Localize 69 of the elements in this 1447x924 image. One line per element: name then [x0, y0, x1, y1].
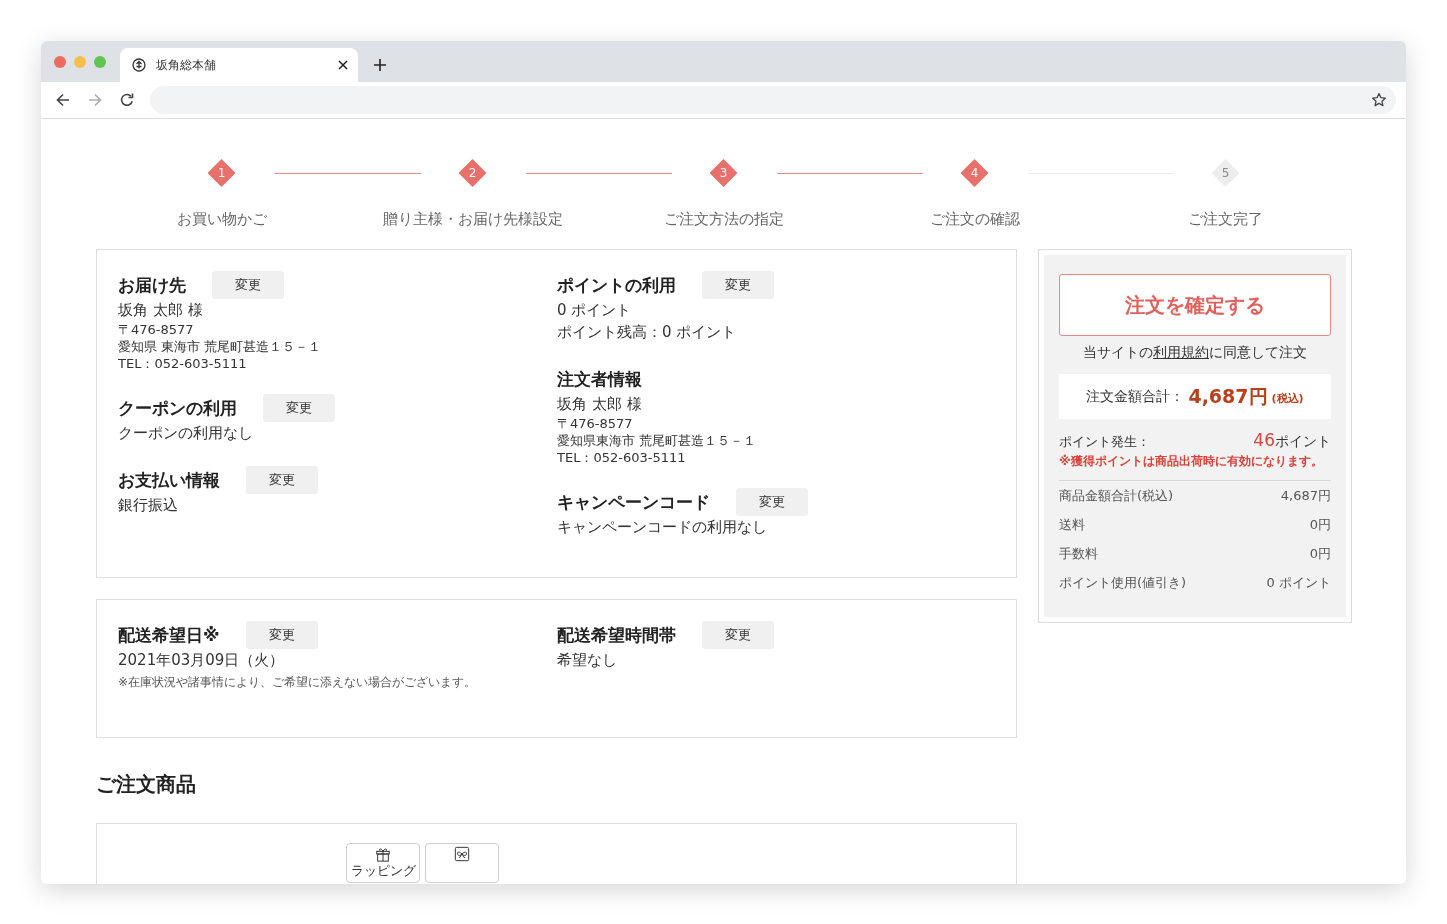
row-label: 送料: [1059, 516, 1085, 534]
points-note: ※獲得ポイントは商品出荷時に有効になります。: [1059, 453, 1324, 470]
section-heading: お支払い情報: [118, 468, 220, 492]
tab-title: 坂角総本舗: [156, 56, 216, 74]
info-text: キャンペーンコードの利用なし: [557, 517, 768, 538]
change-button[interactable]: 変更: [736, 488, 808, 516]
total-label: 注文金額合計：: [1086, 387, 1185, 406]
address-line: TEL：052-603-5111: [118, 355, 248, 372]
bow-icon: [454, 846, 470, 862]
star-icon[interactable]: [1371, 92, 1387, 108]
step-marker: 5: [1211, 159, 1240, 187]
plus-icon[interactable]: [373, 58, 387, 72]
section-heading: クーポンの利用: [118, 396, 237, 420]
address-line: TEL：052-603-5111: [557, 449, 687, 466]
note-text: ※在庫状況や諸事情により、ご希望に添えない場合がございます。: [118, 674, 478, 691]
address-line: 愛知県東海市 荒尾町甚造１５－１: [557, 432, 758, 449]
info-text: 坂角 太郎 様: [118, 300, 204, 321]
info-text: 0 ポイント: [557, 300, 633, 321]
points-label: ポイント発生：: [1059, 433, 1150, 451]
change-button[interactable]: 変更: [263, 394, 335, 422]
change-button[interactable]: 変更: [702, 271, 774, 299]
total-amount: 4,687円: [1188, 383, 1268, 409]
terms-text: 当サイトの利用規約に同意して注文: [1082, 343, 1308, 362]
step-marker: 1: [207, 159, 236, 187]
back-arrow-icon[interactable]: [55, 92, 71, 108]
info-text: ポイント残高：0 ポイント: [557, 322, 738, 343]
step-marker: 2: [458, 159, 487, 187]
section-heading: 注文者情報: [557, 367, 642, 391]
step-label: ご注文の確認: [929, 209, 1020, 229]
row-value: 4,687円: [1280, 487, 1331, 505]
row-value: 0円: [1309, 545, 1331, 563]
section-heading: ポイントの利用: [557, 273, 676, 297]
row-value: 0 ポイント: [1266, 574, 1331, 592]
tax-note: (税込): [1271, 391, 1304, 406]
address-line: 〒476-8577: [557, 415, 634, 432]
gift-icon: [375, 846, 391, 862]
step-label: 贈り主様・お届け先様設定: [382, 209, 563, 229]
info-text: 希望なし: [557, 650, 618, 671]
terms-link[interactable]: 利用規約: [1153, 344, 1209, 360]
info-text: クーポンの利用なし: [118, 423, 254, 444]
close-icon[interactable]: [338, 60, 348, 70]
section-heading: 配送希望日※: [118, 623, 220, 647]
section-heading: キャンペーンコード: [557, 490, 710, 514]
row-value: 0円: [1309, 516, 1331, 534]
change-button[interactable]: 変更: [246, 466, 318, 494]
info-text: 銀行振込: [118, 495, 179, 516]
browser-tab[interactable]: 坂角総本舗: [120, 48, 358, 82]
points-earned: 46ポイント: [1253, 430, 1331, 451]
badge-label: ラッピング: [350, 863, 416, 879]
address-line: 愛知県 東海市 荒尾町甚造１５－１: [118, 338, 323, 355]
address-line: 〒476-8577: [118, 321, 195, 338]
info-text: 2021年03月09日（火）: [118, 650, 286, 671]
change-button[interactable]: 変更: [212, 271, 284, 299]
section-title: ご注文商品: [96, 771, 197, 797]
step-label: ご注文完了: [1188, 209, 1263, 229]
row-label: 手数料: [1059, 545, 1098, 563]
step-marker: 3: [709, 159, 738, 187]
reload-icon[interactable]: [119, 92, 135, 108]
step-label: お買い物かご: [176, 209, 267, 229]
step-marker: 4: [960, 159, 989, 187]
favicon-icon: [132, 58, 146, 72]
change-button[interactable]: 変更: [702, 621, 774, 649]
row-label: ポイント使用(値引き): [1059, 574, 1187, 592]
row-label: 商品金額合計(税込): [1059, 487, 1174, 505]
section-heading: 配送希望時間帯: [557, 623, 676, 647]
info-text: 坂角 太郎 様: [557, 394, 643, 415]
section-heading: お届け先: [118, 273, 186, 297]
step-label: ご注文方法の指定: [663, 209, 784, 229]
change-button[interactable]: 変更: [245, 621, 318, 649]
